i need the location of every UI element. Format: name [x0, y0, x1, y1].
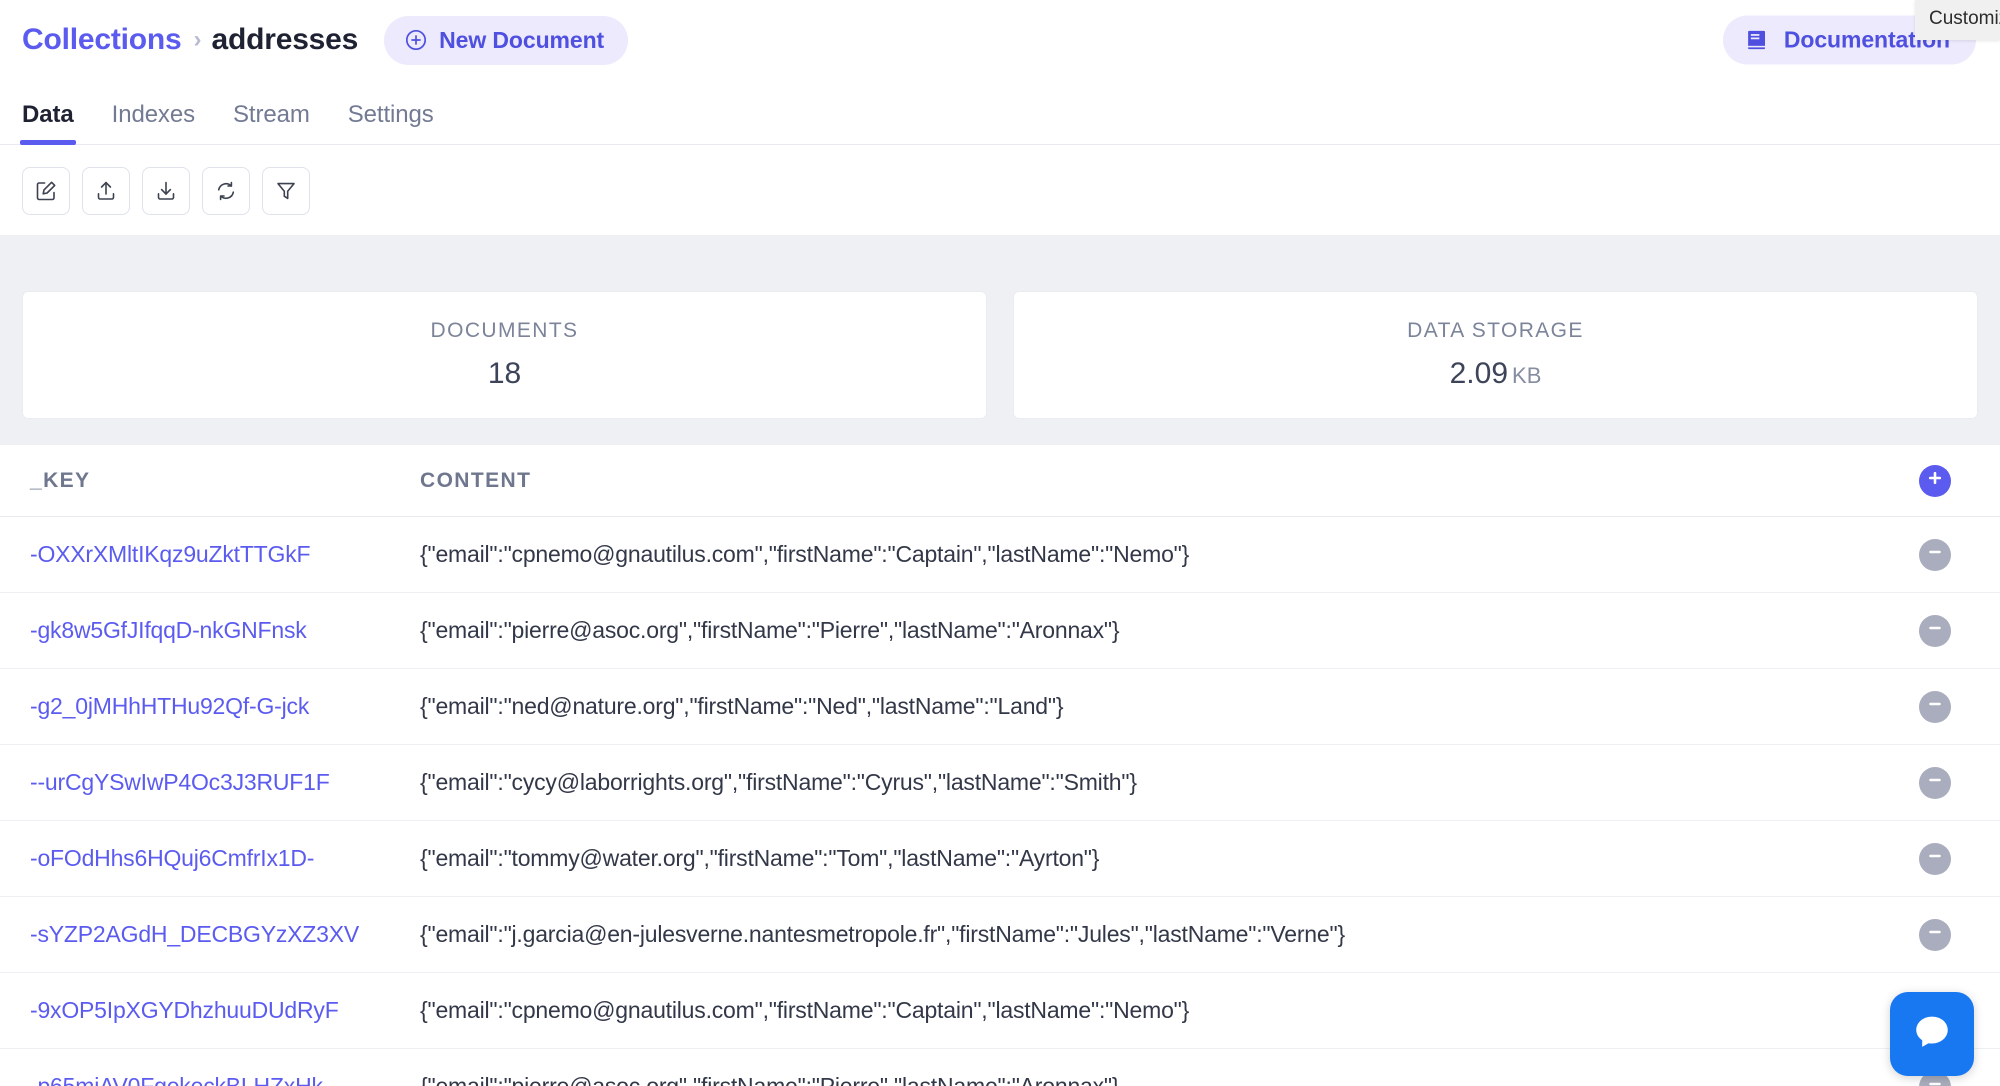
section-divider: [0, 235, 2000, 269]
document-key-link[interactable]: -g2_0jMHhHTHu92Qf-G-jck: [30, 693, 420, 720]
plus-icon: [1926, 469, 1944, 492]
document-content-cell: {"email":"cycy@laborrights.org","firstNa…: [420, 769, 1892, 796]
row-action-cell: [1892, 691, 1978, 723]
document-content-cell: {"email":"cpnemo@gnautilus.com","firstNa…: [420, 541, 1892, 568]
document-key-link[interactable]: -gk8w5GfJIfqqD-nkGNFnsk: [30, 617, 420, 644]
edit-button[interactable]: [22, 167, 70, 215]
customize-tooltip: Customize: [1915, 0, 2000, 40]
download-import-icon: [154, 179, 178, 203]
edit-square-icon: [34, 179, 58, 203]
refresh-icon: [214, 179, 238, 203]
add-document-button[interactable]: [1919, 465, 1951, 497]
delete-document-button[interactable]: [1919, 539, 1951, 571]
table-row: -p65miAV0FgekeckBLHZxHk{"email":"pierre@…: [0, 1049, 2000, 1086]
data-storage-number: 2.09: [1450, 357, 1508, 390]
delete-document-button[interactable]: [1919, 767, 1951, 799]
minus-icon: [1926, 847, 1944, 870]
collection-data-page: Collections › addresses New Document: [0, 0, 2000, 1086]
column-header-key: _KEY: [30, 469, 420, 493]
documents-stat-card: DOCUMENTS 18: [22, 291, 987, 419]
document-key-link[interactable]: -sYZP2AGdH_DECBGYzXZ3XV: [30, 921, 420, 948]
data-toolbar: [0, 145, 2000, 235]
add-row-cell: [1892, 465, 1978, 497]
plus-circle-icon: [404, 28, 428, 52]
delete-document-button[interactable]: [1919, 843, 1951, 875]
document-content-cell: {"email":"pierre@asoc.org","firstName":"…: [420, 1073, 1892, 1086]
minus-icon: [1926, 619, 1944, 642]
minus-icon: [1926, 695, 1944, 718]
export-button[interactable]: [82, 167, 130, 215]
row-action-cell: [1892, 615, 1978, 647]
delete-document-button[interactable]: [1919, 615, 1951, 647]
documents-stat-label: DOCUMENTS: [431, 319, 579, 343]
document-key-link[interactable]: -oFOdHhs6HQuj6CmfrIx1D-: [30, 845, 420, 872]
table-body: -OXXrXMltIKqz9uZktTTGkF{"email":"cpnemo@…: [0, 517, 2000, 1086]
document-key-link[interactable]: --urCgYSwIwP4Oc3J3RUF1F: [30, 769, 420, 796]
tab-indexes[interactable]: Indexes: [112, 101, 195, 144]
row-action-cell: [1892, 843, 1978, 875]
table-row: -9xOP5IpXGYDhzhuuDUdRyF{"email":"cpnemo@…: [0, 973, 2000, 1049]
documents-table: _KEY CONTENT -OXXrXMltIKqz9uZktTTGkF{"em…: [0, 445, 2000, 1086]
document-content-cell: {"email":"j.garcia@en-julesverne.nantesm…: [420, 921, 1892, 948]
document-key-link[interactable]: -OXXrXMltIKqz9uZktTTGkF: [30, 541, 420, 568]
import-button[interactable]: [142, 167, 190, 215]
table-row: --urCgYSwIwP4Oc3J3RUF1F{"email":"cycy@la…: [0, 745, 2000, 821]
data-storage-stat-value: 2.09KB: [1450, 357, 1542, 391]
stats-row: DOCUMENTS 18 DATA STORAGE 2.09KB: [0, 269, 2000, 445]
document-key-link[interactable]: -9xOP5IpXGYDhzhuuDUdRyF: [30, 997, 420, 1024]
row-action-cell: [1892, 919, 1978, 951]
data-storage-stat-label: DATA STORAGE: [1407, 319, 1584, 343]
delete-document-button[interactable]: [1919, 919, 1951, 951]
document-content-cell: {"email":"cpnemo@gnautilus.com","firstNa…: [420, 997, 1892, 1024]
data-storage-unit: KB: [1512, 363, 1541, 388]
documents-stat-value: 18: [488, 357, 521, 391]
tab-bar: Data Indexes Stream Settings: [0, 80, 2000, 145]
tab-settings[interactable]: Settings: [348, 101, 434, 144]
filter-button[interactable]: [262, 167, 310, 215]
table-row: -sYZP2AGdH_DECBGYzXZ3XV{"email":"j.garci…: [0, 897, 2000, 973]
upload-export-icon: [94, 179, 118, 203]
document-key-link[interactable]: -p65miAV0FgekeckBLHZxHk: [30, 1073, 420, 1086]
breadcrumb-collections-link[interactable]: Collections: [22, 23, 182, 57]
new-document-button[interactable]: New Document: [384, 16, 628, 65]
document-content-cell: {"email":"ned@nature.org","firstName":"N…: [420, 693, 1892, 720]
minus-icon: [1926, 1075, 1944, 1086]
minus-icon: [1926, 543, 1944, 566]
table-row: -gk8w5GfJIfqqD-nkGNFnsk{"email":"pierre@…: [0, 593, 2000, 669]
column-header-content: CONTENT: [420, 469, 1892, 493]
table-row: -g2_0jMHhHTHu92Qf-G-jck{"email":"ned@nat…: [0, 669, 2000, 745]
row-action-cell: [1892, 767, 1978, 799]
document-content-cell: {"email":"pierre@asoc.org","firstName":"…: [420, 617, 1892, 644]
table-row: -oFOdHhs6HQuj6CmfrIx1D-{"email":"tommy@w…: [0, 821, 2000, 897]
table-header-row: _KEY CONTENT: [0, 445, 2000, 517]
data-storage-stat-card: DATA STORAGE 2.09KB: [1013, 291, 1978, 419]
page-header: Collections › addresses New Document: [0, 0, 2000, 80]
delete-document-button[interactable]: [1919, 691, 1951, 723]
row-action-cell: [1892, 539, 1978, 571]
table-row: -OXXrXMltIKqz9uZktTTGkF{"email":"cpnemo@…: [0, 517, 2000, 593]
minus-icon: [1926, 771, 1944, 794]
minus-icon: [1926, 923, 1944, 946]
chat-widget-button[interactable]: [1890, 992, 1974, 1076]
chat-bubble-icon: [1911, 1011, 1953, 1058]
document-content-cell: {"email":"tommy@water.org","firstName":"…: [420, 845, 1892, 872]
new-document-label: New Document: [439, 27, 604, 54]
breadcrumb-current-collection: addresses: [212, 23, 359, 57]
tab-data[interactable]: Data: [22, 101, 74, 144]
breadcrumb-separator-icon: ›: [194, 26, 202, 54]
book-icon: [1745, 28, 1770, 53]
tab-stream[interactable]: Stream: [233, 101, 310, 144]
refresh-button[interactable]: [202, 167, 250, 215]
filter-funnel-icon: [274, 179, 298, 203]
